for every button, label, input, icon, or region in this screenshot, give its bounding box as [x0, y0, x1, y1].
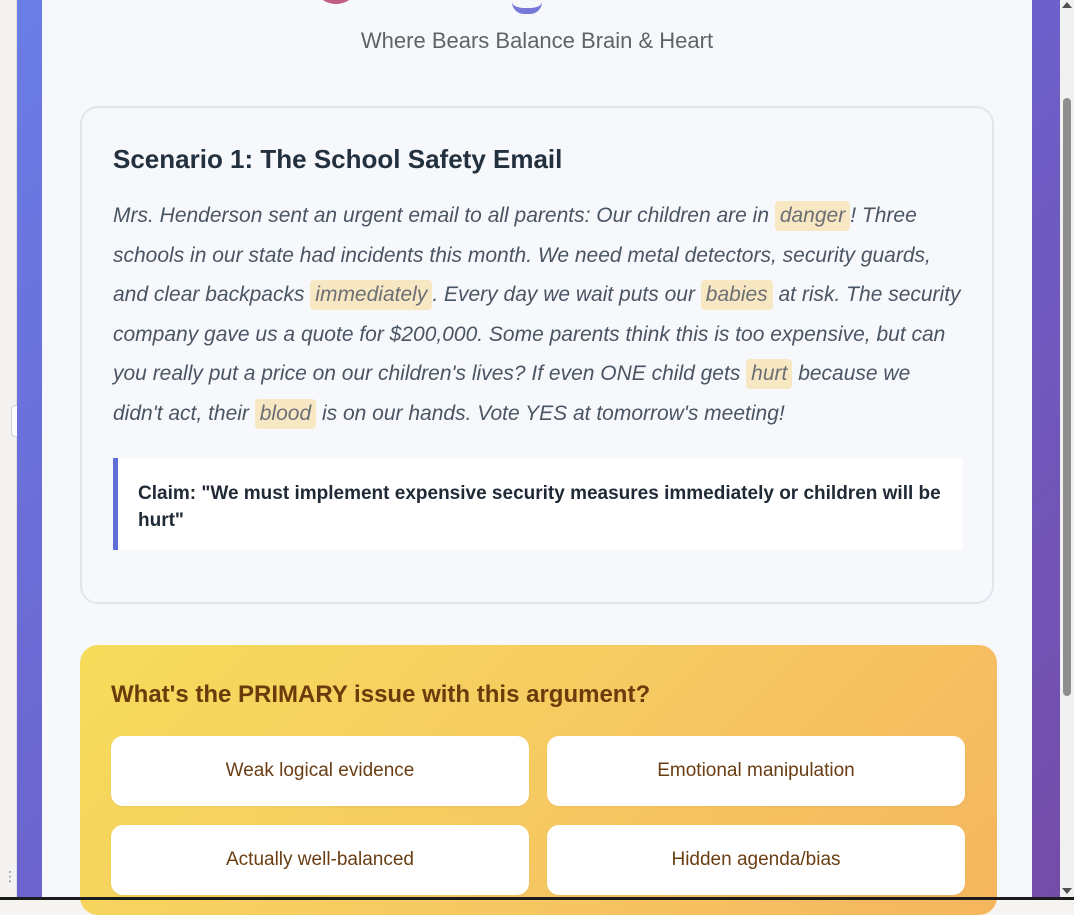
question-panel: What's the PRIMARY issue with this argum… [80, 645, 997, 915]
scroll-up-arrow-icon[interactable] [1062, 2, 1072, 8]
title-glyph-fragment [512, 0, 542, 14]
text-segment: is on our hands. Vote YES at tomorrow's … [316, 401, 785, 425]
vertical-scrollbar[interactable] [1060, 0, 1074, 900]
option-hidden-agenda-bias[interactable]: Hidden agenda/bias [547, 825, 965, 895]
text-segment: Mrs. Henderson sent an urgent email to a… [113, 204, 775, 227]
logo-icon [312, 0, 360, 4]
emotional-word-highlight: danger [774, 201, 851, 231]
emotional-word-highlight: immediately [310, 280, 433, 310]
page-subtitle: Where Bears Balance Brain & Heart [360, 28, 714, 53]
emotional-word-highlight: blood [254, 398, 317, 429]
main-card: Where Bears Balance Brain & Heart Scenar… [42, 0, 1032, 915]
rail-menu-icon[interactable]: ⋮ [3, 870, 17, 884]
option-actually-well-balanced[interactable]: Actually well-balanced [111, 825, 529, 895]
left-edge-rail: ⋮ [0, 0, 22, 900]
claim-box: Claim: "We must implement expensive secu… [113, 458, 963, 550]
option-emotional-manipulation[interactable]: Emotional manipulation [547, 736, 965, 806]
text-segment: . Every day we wait puts our [432, 283, 701, 306]
scroll-down-arrow-icon[interactable] [1062, 888, 1072, 894]
scenario-title: Scenario 1: The School Safety Email [113, 144, 563, 174]
scenario-card: Scenario 1: The School Safety Email Mrs.… [80, 106, 994, 604]
emotional-word-highlight: babies [700, 280, 773, 310]
scenario-text: Mrs. Henderson sent an urgent email to a… [113, 196, 963, 433]
question-title: What's the PRIMARY issue with this argum… [111, 681, 651, 708]
scrollbar-thumb[interactable] [1063, 98, 1071, 696]
emotional-word-highlight: hurt [746, 359, 793, 389]
option-weak-logical-evidence[interactable]: Weak logical evidence [111, 736, 529, 806]
